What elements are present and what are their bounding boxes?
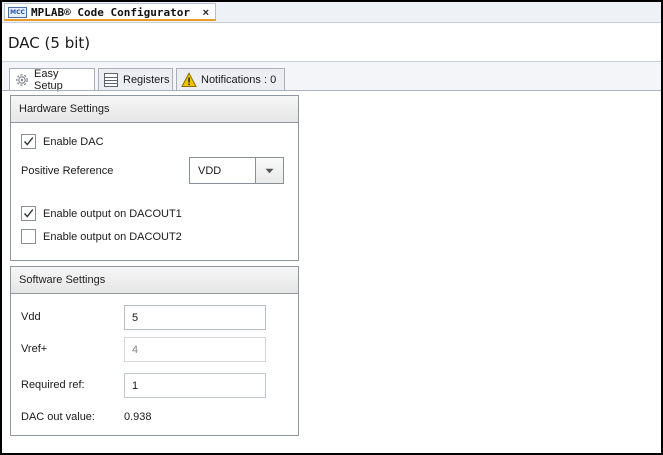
enable-dac-label: Enable DAC xyxy=(43,135,104,148)
tab-notifications[interactable]: Notifications : 0 xyxy=(176,68,285,90)
view-tabs: Easy Setup Registers Notifications: 0 xyxy=(2,62,661,92)
divider xyxy=(2,90,661,91)
positive-reference-select[interactable]: VDD xyxy=(189,157,284,184)
hardware-settings-panel: Hardware Settings Enable DAC Positive Re… xyxy=(10,95,299,261)
required-ref-input[interactable]: 1 xyxy=(124,373,266,398)
vref-input: 4 xyxy=(124,337,266,362)
dacout1-row: Enable output on DACOUT1 xyxy=(21,206,182,221)
dacout1-label: Enable output on DACOUT1 xyxy=(43,207,182,220)
mcc-logo-icon: MCC xyxy=(8,7,27,18)
registers-icon xyxy=(103,72,119,88)
panel-header: Software Settings xyxy=(11,267,298,294)
enable-dac-checkbox[interactable] xyxy=(21,134,36,149)
dacout2-label: Enable output on DACOUT2 xyxy=(43,230,182,243)
panel-header: Hardware Settings xyxy=(11,96,298,123)
dacout1-checkbox[interactable] xyxy=(21,206,36,221)
tab-easy-setup[interactable]: Easy Setup xyxy=(9,68,95,92)
gear-icon xyxy=(14,72,30,88)
vdd-label: Vdd xyxy=(21,311,41,323)
app-window: MCC MPLAB® Code Configurator × DAC (5 bi… xyxy=(0,0,663,455)
tab-label: Notifications : 0 xyxy=(201,73,277,86)
positive-reference-value: VDD xyxy=(198,164,222,177)
required-ref-label: Required ref: xyxy=(21,379,85,391)
tab-label: Registers xyxy=(123,73,170,86)
active-tab-indicator xyxy=(4,19,216,21)
tab-label: Easy Setup xyxy=(34,68,63,92)
dacout2-row: Enable output on DACOUT2 xyxy=(21,229,182,244)
document-tab-strip: MCC MPLAB® Code Configurator × xyxy=(2,2,661,23)
warning-icon xyxy=(181,71,197,88)
chevron-down-icon[interactable] xyxy=(255,158,283,183)
vdd-input[interactable]: 5 xyxy=(124,305,266,330)
dacout2-checkbox[interactable] xyxy=(21,229,36,244)
enable-dac-row: Enable DAC xyxy=(21,134,104,149)
software-settings-panel: Software Settings Vdd 5 Vref+ 4 Required… xyxy=(10,266,299,436)
dac-out-value: 0.938 xyxy=(124,411,152,423)
tab-registers[interactable]: Registers xyxy=(98,68,173,90)
page-title: DAC (5 bit) xyxy=(8,34,91,52)
document-tab-title: MPLAB® Code Configurator xyxy=(31,6,190,19)
positive-reference-label: Positive Reference xyxy=(21,165,114,177)
close-icon[interactable]: × xyxy=(203,7,209,19)
vref-label: Vref+ xyxy=(21,343,48,355)
dac-out-label: DAC out value: xyxy=(21,411,95,423)
